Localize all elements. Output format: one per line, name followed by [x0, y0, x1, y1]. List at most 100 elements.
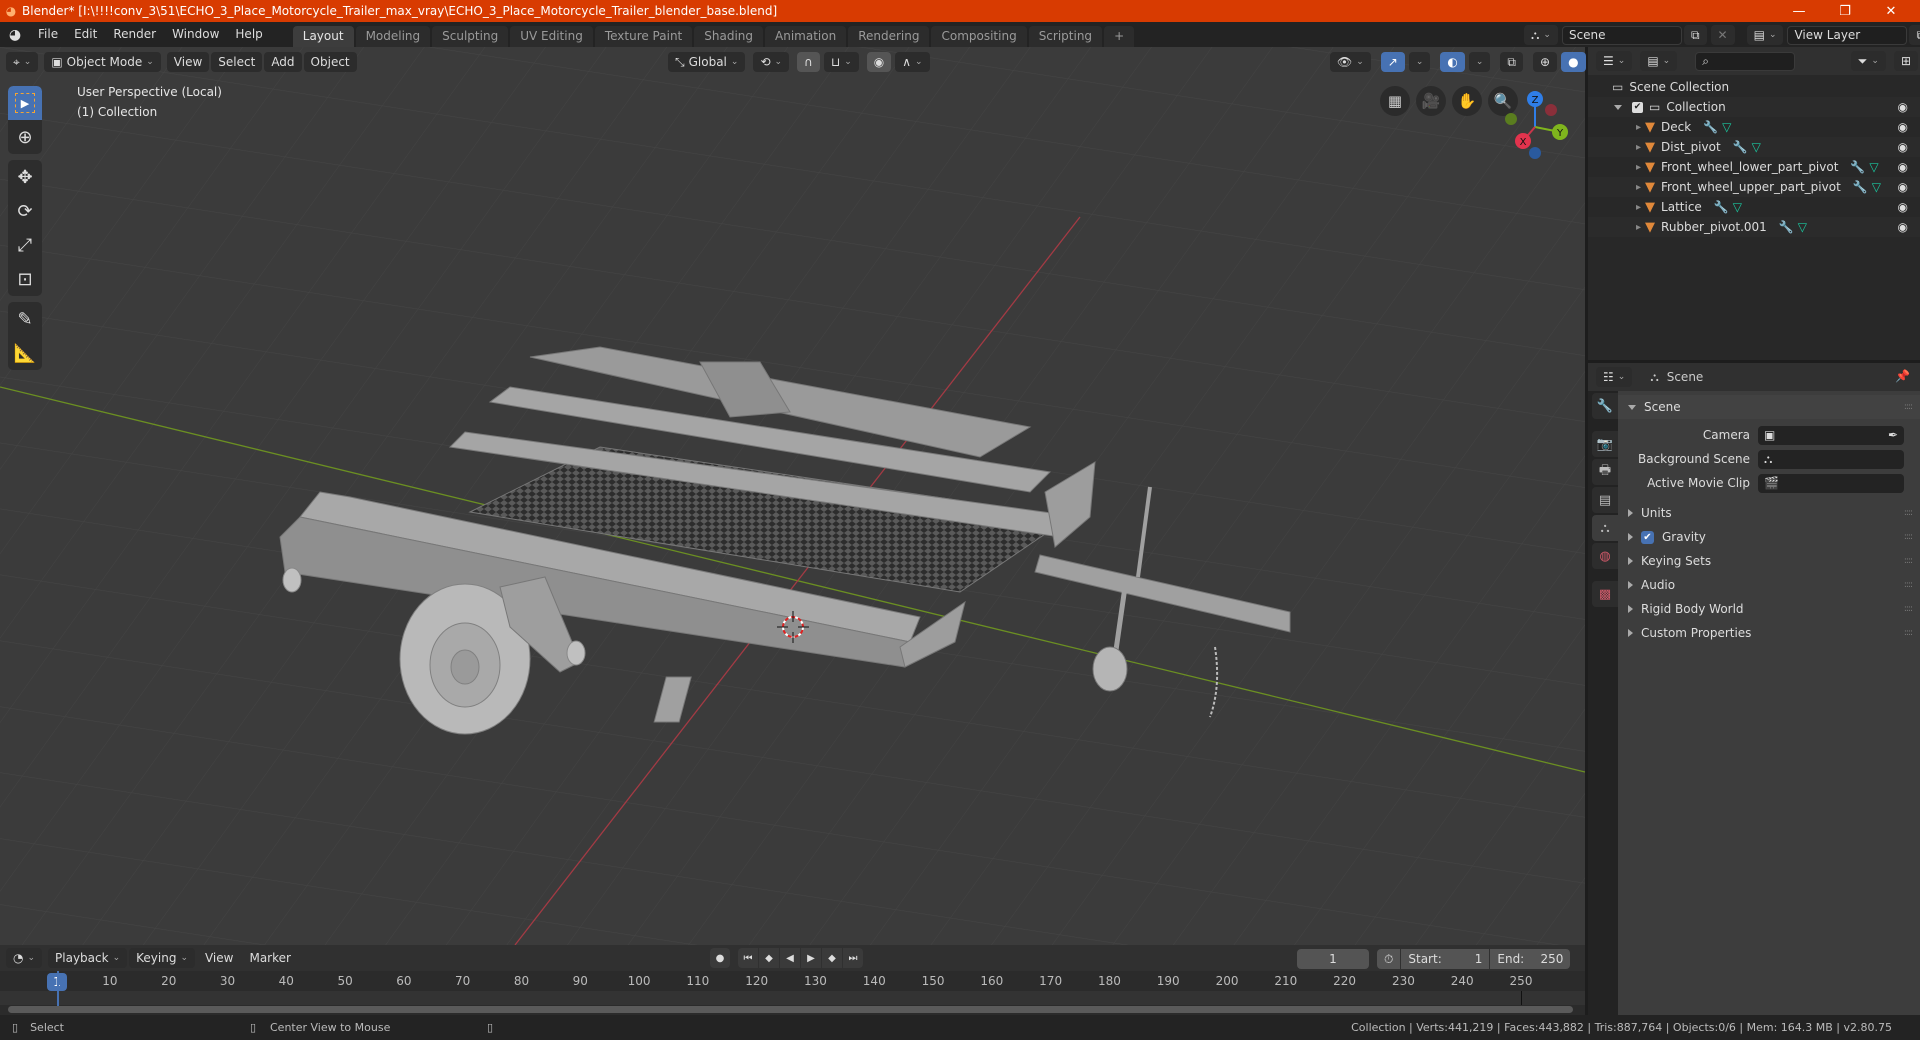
expand-arrow-icon[interactable]: ▸: [1636, 162, 1641, 173]
cursor-tool[interactable]: ⊕: [8, 120, 42, 154]
tab-animation[interactable]: Animation: [765, 26, 847, 47]
viewport-menu-select[interactable]: Select: [211, 52, 263, 72]
expand-arrow-icon[interactable]: ▸: [1636, 122, 1641, 133]
add-workspace-button[interactable]: +: [1104, 26, 1135, 47]
pivot-point-dropdown[interactable]: ⟲ ⌄: [753, 52, 790, 72]
gizmo-dropdown[interactable]: ⌄: [1408, 52, 1431, 72]
end-frame-field[interactable]: End: 250: [1490, 949, 1571, 969]
timeline-menu-marker[interactable]: Marker: [241, 946, 298, 971]
expand-arrow-icon[interactable]: ▸: [1636, 222, 1641, 233]
expand-arrow-icon[interactable]: ▸: [1636, 182, 1641, 193]
jump-start-button[interactable]: ⏮: [738, 948, 758, 968]
transform-tool[interactable]: ⊡: [8, 262, 42, 296]
outliner-collection[interactable]: ✔ ▭ Collection ◉: [1588, 97, 1920, 117]
gizmo-toggle[interactable]: ↗: [1380, 52, 1405, 72]
toggle-perspective-button[interactable]: ▦: [1380, 86, 1410, 116]
play-reverse-button[interactable]: ◀: [780, 948, 800, 968]
outliner-object-row[interactable]: ▸ ▼ Rubber_pivot.001 🔧 ▽ ◉: [1588, 217, 1920, 237]
outliner-object-row[interactable]: ▸ ▼ Front_wheel_lower_part_pivot 🔧 ▽ ◉: [1588, 157, 1920, 177]
pin-icon[interactable]: 📌: [1895, 369, 1910, 383]
modifier-wrench-icon[interactable]: 🔧: [1853, 180, 1868, 194]
collapse-icon[interactable]: [1614, 104, 1622, 110]
modifier-wrench-icon[interactable]: 🔧: [1703, 120, 1718, 134]
outliner-search-input[interactable]: ⌕: [1695, 51, 1795, 71]
play-button[interactable]: ▶: [801, 948, 821, 968]
prev-keyframe-button[interactable]: ◆: [759, 948, 779, 968]
viewport-menu-add[interactable]: Add: [264, 52, 302, 72]
close-button[interactable]: ✕: [1868, 0, 1914, 22]
tab-output[interactable]: 🖶: [1592, 459, 1618, 485]
object-mode-dropdown[interactable]: ▣ Object Mode ⌄: [44, 52, 161, 72]
timeline-track[interactable]: [0, 971, 1585, 1007]
view-layer-browse-button[interactable]: ▤ ⌄: [1746, 25, 1784, 45]
new-scene-button[interactable]: ⧉: [1683, 25, 1707, 45]
tab-texture[interactable]: ▩: [1592, 581, 1618, 607]
menu-render[interactable]: Render: [105, 22, 164, 47]
timeline-editor-type-button[interactable]: ◔ ⌄: [6, 948, 43, 968]
tab-render[interactable]: 📷: [1592, 431, 1618, 457]
tab-uv-editing[interactable]: UV Editing: [510, 26, 593, 47]
active-movie-clip-field[interactable]: 🎬: [1758, 473, 1904, 493]
viewport-menu-object[interactable]: Object: [303, 52, 357, 72]
collection-checkbox[interactable]: ✔: [1632, 101, 1643, 113]
tab-rendering[interactable]: Rendering: [848, 26, 930, 47]
mesh-data-icon[interactable]: ▽: [1872, 180, 1881, 194]
eye-icon[interactable]: ◉: [1898, 220, 1908, 234]
3d-viewport[interactable]: [0, 47, 1585, 945]
proportional-edit-toggle[interactable]: ◉: [866, 52, 892, 72]
tab-scripting[interactable]: Scripting: [1028, 26, 1103, 47]
tab-layout[interactable]: Layout: [292, 26, 354, 47]
eyedropper-icon[interactable]: ✒: [1888, 428, 1898, 442]
new-collection-button[interactable]: ⊞: [1893, 51, 1918, 71]
select-box-tool[interactable]: ▶: [8, 86, 42, 120]
outliner-object-row[interactable]: ▸ ▼ Dist_pivot 🔧 ▽ ◉: [1588, 137, 1920, 157]
drag-handle-icon[interactable]: ::::: [1904, 628, 1913, 638]
outliner-object-row[interactable]: ▸ ▼ Front_wheel_upper_part_pivot 🔧 ▽ ◉: [1588, 177, 1920, 197]
timeline-menu-playback[interactable]: Playback ⌄: [48, 948, 128, 968]
shading-solid-button[interactable]: ●: [1561, 52, 1586, 72]
eye-icon[interactable]: ◉: [1898, 120, 1908, 134]
measure-tool[interactable]: 📐: [8, 336, 42, 370]
tab-texture-paint[interactable]: Texture Paint: [594, 26, 693, 47]
properties-editor-type-button[interactable]: ☷ ⌄: [1596, 367, 1633, 387]
viewport-menu-view[interactable]: View: [166, 52, 210, 72]
drag-handle-icon[interactable]: ::::: [1904, 580, 1913, 590]
panel-audio[interactable]: Audio::::: [1618, 573, 1920, 597]
outliner-editor-type-button[interactable]: ☰ ⌄: [1596, 51, 1633, 71]
delete-scene-button[interactable]: ✕: [1710, 25, 1735, 45]
overlays-dropdown[interactable]: ⌄: [1468, 52, 1491, 72]
panel-gravity[interactable]: ✔ Gravity::::: [1618, 525, 1920, 549]
next-keyframe-button[interactable]: ◆: [822, 948, 842, 968]
editor-type-button[interactable]: ⌖ ⌄: [6, 52, 39, 72]
timeline-menu-view[interactable]: View: [197, 946, 241, 971]
menu-help[interactable]: Help: [227, 22, 270, 47]
scale-tool[interactable]: ⤢: [8, 228, 42, 262]
preview-range-toggle[interactable]: ⏱: [1377, 949, 1401, 969]
tab-tool[interactable]: 🔧: [1592, 393, 1618, 419]
camera-field[interactable]: ▣ ✒: [1758, 425, 1904, 445]
scene-browse-button[interactable]: ⛬ ⌄: [1524, 25, 1558, 45]
tab-world[interactable]: ◍: [1592, 543, 1618, 569]
start-frame-field[interactable]: Start: 1: [1401, 949, 1490, 969]
modifier-wrench-icon[interactable]: 🔧: [1779, 220, 1794, 234]
background-scene-field[interactable]: ⛬: [1758, 449, 1904, 469]
xray-toggle[interactable]: ⧉: [1500, 52, 1523, 72]
minimize-button[interactable]: —: [1776, 0, 1822, 22]
maximize-button[interactable]: ❐: [1822, 0, 1868, 22]
timeline-ruler[interactable]: 1 10203040506070809010011012013014015016…: [0, 971, 1585, 991]
drag-handle-icon[interactable]: ::::: [1904, 556, 1913, 566]
outliner-scene-collection[interactable]: ▭ Scene Collection: [1588, 77, 1920, 97]
proportional-falloff-dropdown[interactable]: ∧ ⌄: [895, 52, 930, 72]
mesh-data-icon[interactable]: ▽: [1722, 120, 1731, 134]
panel-keying-sets[interactable]: Keying Sets::::: [1618, 549, 1920, 573]
tab-compositing[interactable]: Compositing: [931, 26, 1027, 47]
rotate-tool[interactable]: ⟳: [8, 194, 42, 228]
visibility-dropdown[interactable]: 👁 ⌄: [1330, 52, 1371, 72]
move-tool[interactable]: ✥: [8, 160, 42, 194]
modifier-wrench-icon[interactable]: 🔧: [1733, 140, 1748, 154]
tab-view-layer[interactable]: ▤: [1592, 487, 1618, 513]
display-mode-dropdown[interactable]: ▤ ⌄: [1640, 51, 1678, 71]
tab-sculpting[interactable]: Sculpting: [432, 26, 509, 47]
drag-handle-icon[interactable]: ::::: [1904, 532, 1913, 542]
eye-icon[interactable]: ◉: [1898, 100, 1908, 114]
